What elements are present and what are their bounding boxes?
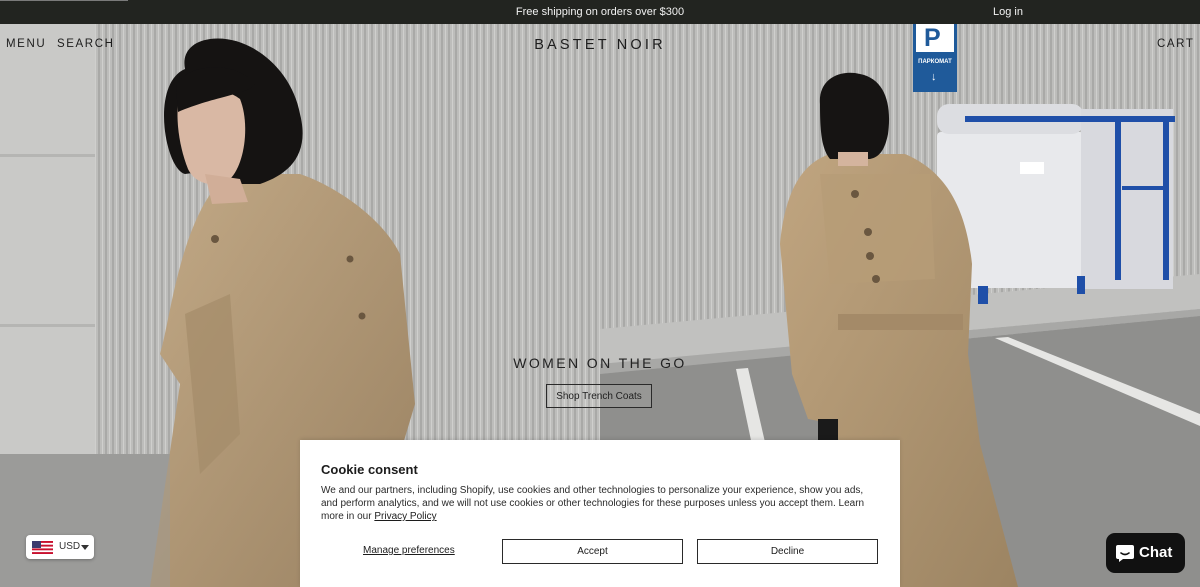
arrow-down-icon: ↓	[931, 71, 937, 83]
cookie-body: We and our partners, including Shopify, …	[321, 484, 879, 523]
privacy-policy-link[interactable]: Privacy Policy	[374, 511, 436, 522]
us-flag-icon	[32, 541, 53, 554]
hero-title: WOMEN ON THE GO	[513, 355, 687, 371]
parking-sign-letter: P	[924, 24, 941, 52]
currency-code: USD	[59, 541, 81, 552]
announcement-progress	[0, 0, 128, 1]
chat-bubble-icon	[1116, 545, 1134, 562]
manage-preferences-link[interactable]: Manage preferences	[363, 545, 455, 556]
decline-button[interactable]: Decline	[697, 539, 878, 564]
chat-label: Chat	[1139, 544, 1173, 561]
accept-button[interactable]: Accept	[502, 539, 683, 564]
cart-button[interactable]: CART	[1157, 38, 1195, 50]
cookie-consent-banner: Cookie consent We and our partners, incl…	[300, 440, 900, 587]
shop-trench-coats-button[interactable]: Shop Trench Coats	[546, 384, 652, 408]
chat-button[interactable]: Chat	[1106, 533, 1185, 573]
chevron-down-icon	[81, 545, 89, 550]
cookie-title: Cookie consent	[321, 462, 418, 477]
parking-sign-text: ПАРКОМАТ	[918, 59, 952, 65]
currency-selector[interactable]: USD	[26, 535, 94, 559]
login-link[interactable]: Log in	[993, 6, 1023, 18]
site-logo[interactable]: BASTET NOIR	[0, 37, 1200, 53]
announcement-bar: Free shipping on orders over $300 Log in	[0, 0, 1200, 24]
